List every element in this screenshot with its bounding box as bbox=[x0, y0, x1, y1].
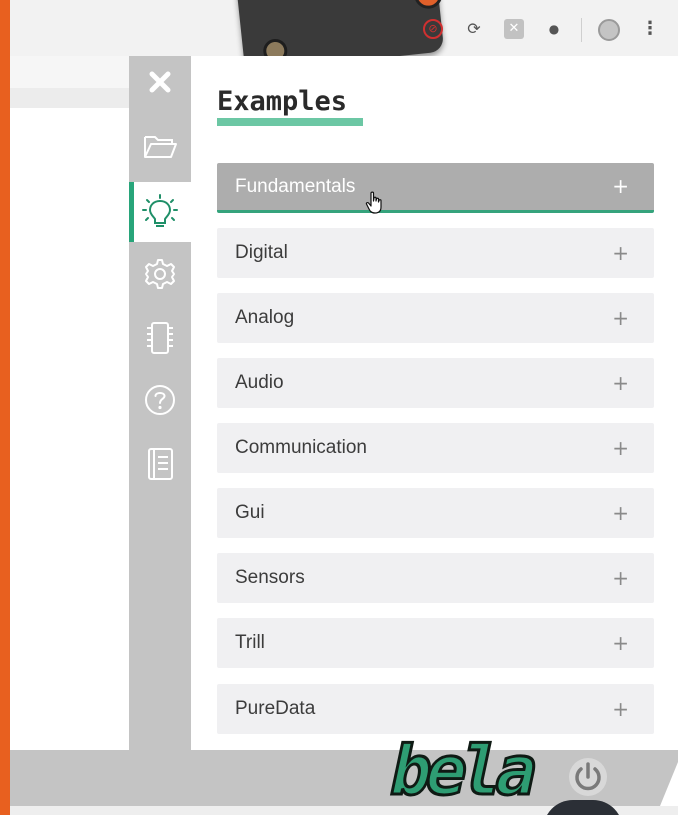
category-label: Gui bbox=[235, 502, 265, 523]
profile-avatar-icon[interactable] bbox=[598, 19, 620, 41]
expand-icon: + bbox=[612, 306, 629, 330]
documentation-button[interactable] bbox=[129, 438, 191, 490]
category-label: Digital bbox=[235, 242, 288, 263]
active-tab-indicator bbox=[129, 182, 134, 242]
help-icon bbox=[145, 385, 175, 415]
category-communication[interactable]: Communication + bbox=[217, 423, 654, 473]
project-explorer-button[interactable] bbox=[129, 120, 191, 172]
folder-icon bbox=[144, 136, 177, 158]
category-label: Trill bbox=[235, 632, 265, 653]
category-label: Fundamentals bbox=[235, 176, 356, 197]
category-gui[interactable]: Gui + bbox=[217, 488, 654, 538]
category-trill[interactable]: Trill + bbox=[217, 618, 654, 668]
toolbar-divider bbox=[581, 18, 582, 42]
power-icon bbox=[569, 758, 607, 796]
examples-panel: Examples Fundamentals + Digital + Analog… bbox=[191, 56, 678, 756]
panel-title: Examples bbox=[217, 86, 348, 117]
expand-icon: + bbox=[612, 174, 629, 198]
category-fundamentals[interactable]: Fundamentals + bbox=[217, 163, 654, 213]
expand-icon: + bbox=[612, 697, 629, 721]
expand-icon: + bbox=[612, 566, 629, 590]
hardware-button[interactable] bbox=[129, 312, 191, 364]
svg-text:bela: bela bbox=[383, 732, 538, 802]
bela-logo: bela bbox=[382, 732, 538, 802]
sidebar bbox=[129, 56, 191, 756]
app-frame: ⊘ ⟳ ✕ ● ⋮ Examples Fundamentals + Digita… bbox=[10, 0, 678, 815]
category-sensors[interactable]: Sensors + bbox=[217, 553, 654, 603]
close-extension-icon[interactable]: ✕ bbox=[504, 19, 524, 39]
category-label: PureData bbox=[235, 698, 316, 719]
sync-extension-icon[interactable]: ⟳ bbox=[464, 19, 484, 39]
category-audio[interactable]: Audio + bbox=[217, 358, 654, 408]
category-label: Analog bbox=[235, 307, 295, 328]
category-label: Sensors bbox=[235, 567, 305, 588]
expand-icon: + bbox=[612, 631, 629, 655]
expand-icon: + bbox=[612, 241, 629, 265]
gear-icon bbox=[145, 259, 175, 289]
examples-tab-button[interactable] bbox=[129, 182, 191, 242]
more-menu-icon[interactable]: ⋮ bbox=[640, 19, 660, 39]
corner-decoration bbox=[660, 762, 678, 806]
category-analog[interactable]: Analog + bbox=[217, 293, 654, 343]
power-button[interactable] bbox=[568, 757, 608, 797]
browser-toolbar: ⊘ ⟳ ✕ ● ⋮ bbox=[10, 0, 678, 73]
expand-icon: + bbox=[612, 501, 629, 525]
category-label: Communication bbox=[235, 437, 367, 458]
expand-icon: + bbox=[612, 371, 629, 395]
lightbulb-icon bbox=[142, 194, 178, 227]
category-puredata[interactable]: PureData + bbox=[217, 684, 654, 734]
close-panel-button[interactable] bbox=[129, 56, 191, 108]
category-digital[interactable]: Digital + bbox=[217, 228, 654, 278]
close-icon bbox=[149, 71, 171, 93]
chip-icon bbox=[147, 322, 173, 354]
title-underline bbox=[217, 118, 363, 126]
help-button[interactable] bbox=[129, 374, 191, 426]
page-background bbox=[10, 56, 130, 88]
hand-cursor-icon bbox=[365, 191, 382, 214]
lock-extension-icon[interactable]: ● bbox=[544, 19, 564, 39]
expand-icon: + bbox=[612, 436, 629, 460]
category-label: Audio bbox=[235, 372, 284, 393]
led-icon bbox=[412, 0, 444, 11]
book-icon bbox=[148, 448, 173, 480]
page-background-band bbox=[10, 88, 130, 108]
blocked-extension-icon[interactable]: ⊘ bbox=[423, 19, 443, 39]
settings-button[interactable] bbox=[129, 248, 191, 300]
